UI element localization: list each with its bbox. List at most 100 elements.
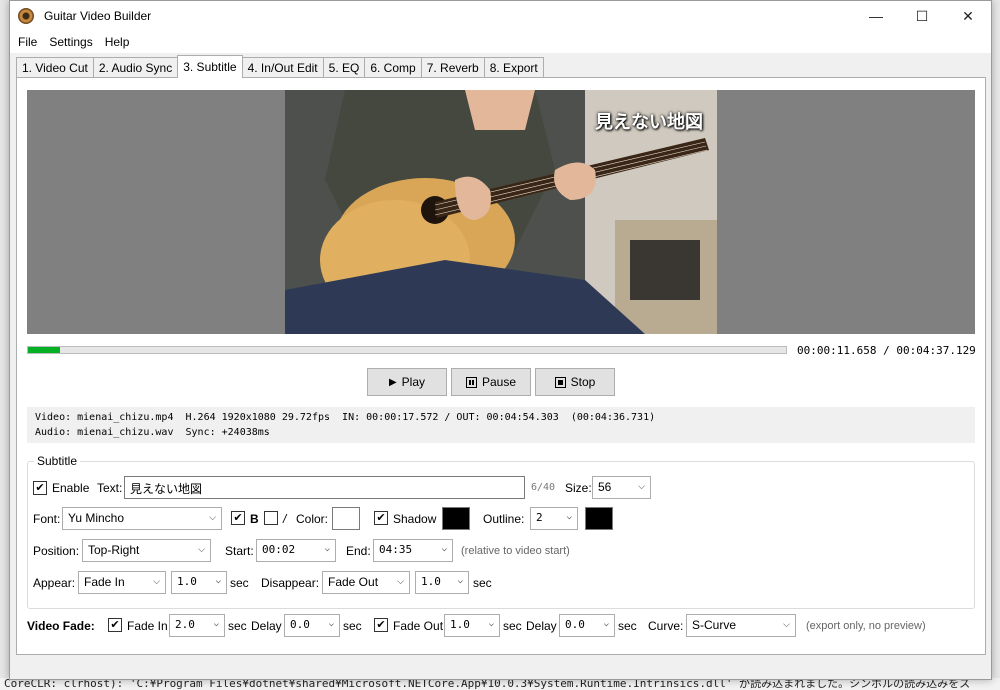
tab-in-out-edit[interactable]: 4. In/Out Edit [241,57,324,78]
pause-icon [465,376,477,388]
tab-video-cut[interactable]: 1. Video Cut [16,57,94,78]
pause-button-label: Pause [481,375,517,389]
video-fade-label: Video Fade: [27,619,95,633]
disappear-duration-input[interactable]: 1.0 ⌵ [415,571,469,594]
fade-out-delay-sec-label: sec [618,619,637,633]
italic-label: / [283,512,287,526]
appear-duration-input[interactable]: 1.0 ⌵ [171,571,227,594]
fade-out-delay-value: 0.0 [565,618,585,631]
chevron-down-icon: ⌵ [638,481,645,491]
char-counter: 6/40 [531,482,556,493]
guitar-app-icon [18,8,34,24]
time-readout: 00:00:11.658 / 00:04:37.129 [797,344,976,357]
size-label: Size: [565,481,592,495]
fade-out-duration-value: 1.0 [450,618,470,631]
position-label: Position: [33,544,80,558]
tab-comp[interactable]: 6. Comp [364,57,422,78]
chevron-down-icon: ⌵ [457,576,463,586]
appear-label: Appear: [33,576,76,590]
menu-bar: File Settings Help [10,31,991,53]
maximize-button[interactable]: ☐ [899,1,945,31]
fade-curve-select[interactable]: S-Curve ⌵ [686,614,796,637]
chevron-down-icon: ⌵ [566,512,572,522]
fade-in-duration-input[interactable]: 2.0 ⌵ [169,614,225,637]
fade-in-label: Fade In [127,619,168,633]
bold-checkbox[interactable]: ✔ [231,511,245,525]
chevron-down-icon: ⌵ [328,619,334,629]
fade-in-duration-value: 2.0 [175,618,195,631]
tab-audio-sync[interactable]: 2. Audio Sync [92,57,179,78]
subtitle-tab-panel: 見えない地図 00:00:11.658 / 00:04:37.129 ▶ Pla… [16,77,986,655]
end-time-input[interactable]: 04:35 ⌵ [373,539,453,562]
fade-in-delay-value: 0.0 [290,618,310,631]
menu-file[interactable]: File [12,35,43,49]
pause-button[interactable]: Pause [451,368,531,396]
tab-reverb[interactable]: 7. Reverb [420,57,485,78]
chevron-down-icon: ⌵ [153,576,160,586]
chevron-down-icon: ⌵ [488,619,494,629]
tab-eq[interactable]: 5. EQ [322,57,366,78]
position-select[interactable]: Top-Right ⌵ [82,539,211,562]
fade-out-sec-label: sec [503,619,522,633]
video-preview-area: 見えない地図 [27,90,975,334]
shadow-checkbox[interactable]: ✔ [374,511,388,525]
menu-settings[interactable]: Settings [43,35,98,49]
outline-color-swatch[interactable] [585,507,613,530]
chevron-down-icon: ⌵ [198,544,205,554]
playback-progress-bar[interactable] [27,346,787,354]
italic-checkbox[interactable] [264,511,278,525]
checkmark-icon: ✔ [233,511,243,524]
chevron-down-icon: ⌵ [603,619,609,629]
fade-curve-value: S-Curve [692,618,737,632]
fade-in-checkbox[interactable]: ✔ [108,618,122,632]
play-button-label: Play [401,375,426,389]
shadow-label: Shadow [393,512,437,526]
checkmark-icon: ✔ [376,618,386,631]
close-button[interactable]: ✕ [945,1,991,31]
shadow-color-swatch[interactable] [442,507,470,530]
disappear-effect-select[interactable]: Fade Out ⌵ [322,571,410,594]
outline-width-select[interactable]: 2 ⌵ [530,507,578,530]
font-size-select[interactable]: 56 ⌵ [592,476,651,499]
title-bar[interactable]: Guitar Video Builder — ☐ ✕ [10,1,991,31]
app-window: Guitar Video Builder — ☐ ✕ File Settings… [9,0,992,680]
subtitle-text-input[interactable]: 見えない地図 [124,476,525,499]
enable-subtitle-checkbox[interactable]: ✔ [33,481,47,495]
play-button[interactable]: ▶ Play [367,368,447,396]
fade-in-sec-label: sec [228,619,247,633]
tab-subtitle[interactable]: 3. Subtitle [177,55,243,78]
fade-out-delay-label: Delay [526,619,557,633]
fade-out-delay-input[interactable]: 0.0 ⌵ [559,614,615,637]
checkmark-icon: ✔ [110,618,120,631]
start-time-input[interactable]: 00:02 ⌵ [256,539,336,562]
stop-button[interactable]: Stop [535,368,615,396]
bold-label: B [250,512,259,526]
color-label: Color: [296,512,329,526]
stop-icon [554,376,566,388]
subtitle-overlay-text: 見えない地図 [595,112,703,133]
chevron-down-icon: ⌵ [213,619,219,629]
fade-out-checkbox[interactable]: ✔ [374,618,388,632]
chevron-down-icon: ⌵ [397,576,404,586]
end-time-value: 04:35 [379,543,413,556]
font-family-select[interactable]: Yu Mincho ⌵ [62,507,222,530]
fade-out-duration-input[interactable]: 1.0 ⌵ [444,614,500,637]
chevron-down-icon: ⌵ [783,619,790,629]
text-label: Text: [97,481,123,495]
fade-in-delay-sec-label: sec [343,619,362,633]
tab-export[interactable]: 8. Export [483,57,544,78]
checkmark-icon: ✔ [35,481,45,494]
window-controls: — ☐ ✕ [853,1,991,31]
font-family-value: Yu Mincho [68,511,125,525]
text-color-swatch[interactable] [332,507,360,530]
appear-sec-label: sec [230,576,249,590]
menu-help[interactable]: Help [99,35,136,49]
fade-in-delay-input[interactable]: 0.0 ⌵ [284,614,340,637]
audio-info-line: Audio: mienai_chizu.wav Sync: +24038ms [35,427,270,438]
minimize-button[interactable]: — [853,1,899,31]
outline-label: Outline: [483,512,525,526]
export-only-hint: (export only, no preview) [806,620,926,632]
media-info-box: Video: mienai_chizu.mp4 H.264 1920x1080 … [27,407,975,443]
font-size-value: 56 [598,480,612,494]
appear-effect-select[interactable]: Fade In ⌵ [78,571,166,594]
